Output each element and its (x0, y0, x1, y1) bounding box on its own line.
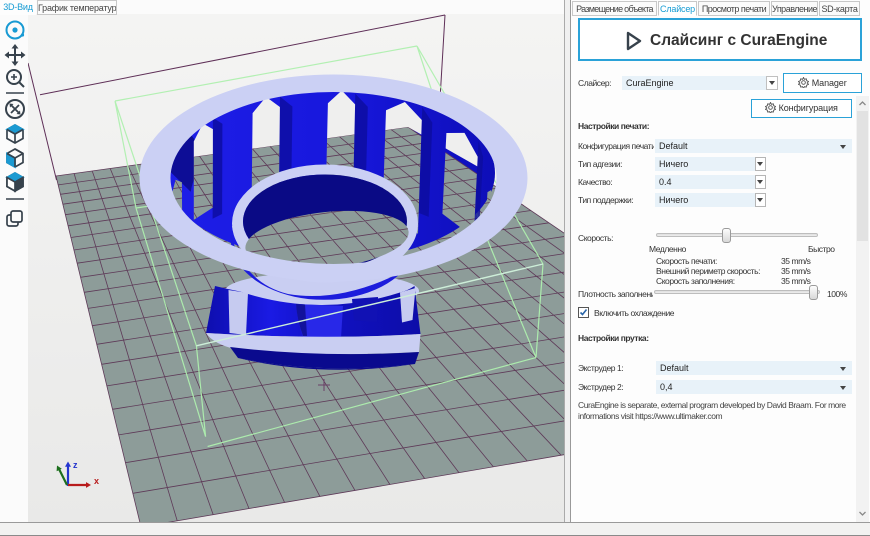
svg-text:z: z (73, 460, 78, 470)
svg-text:x: x (94, 476, 99, 486)
